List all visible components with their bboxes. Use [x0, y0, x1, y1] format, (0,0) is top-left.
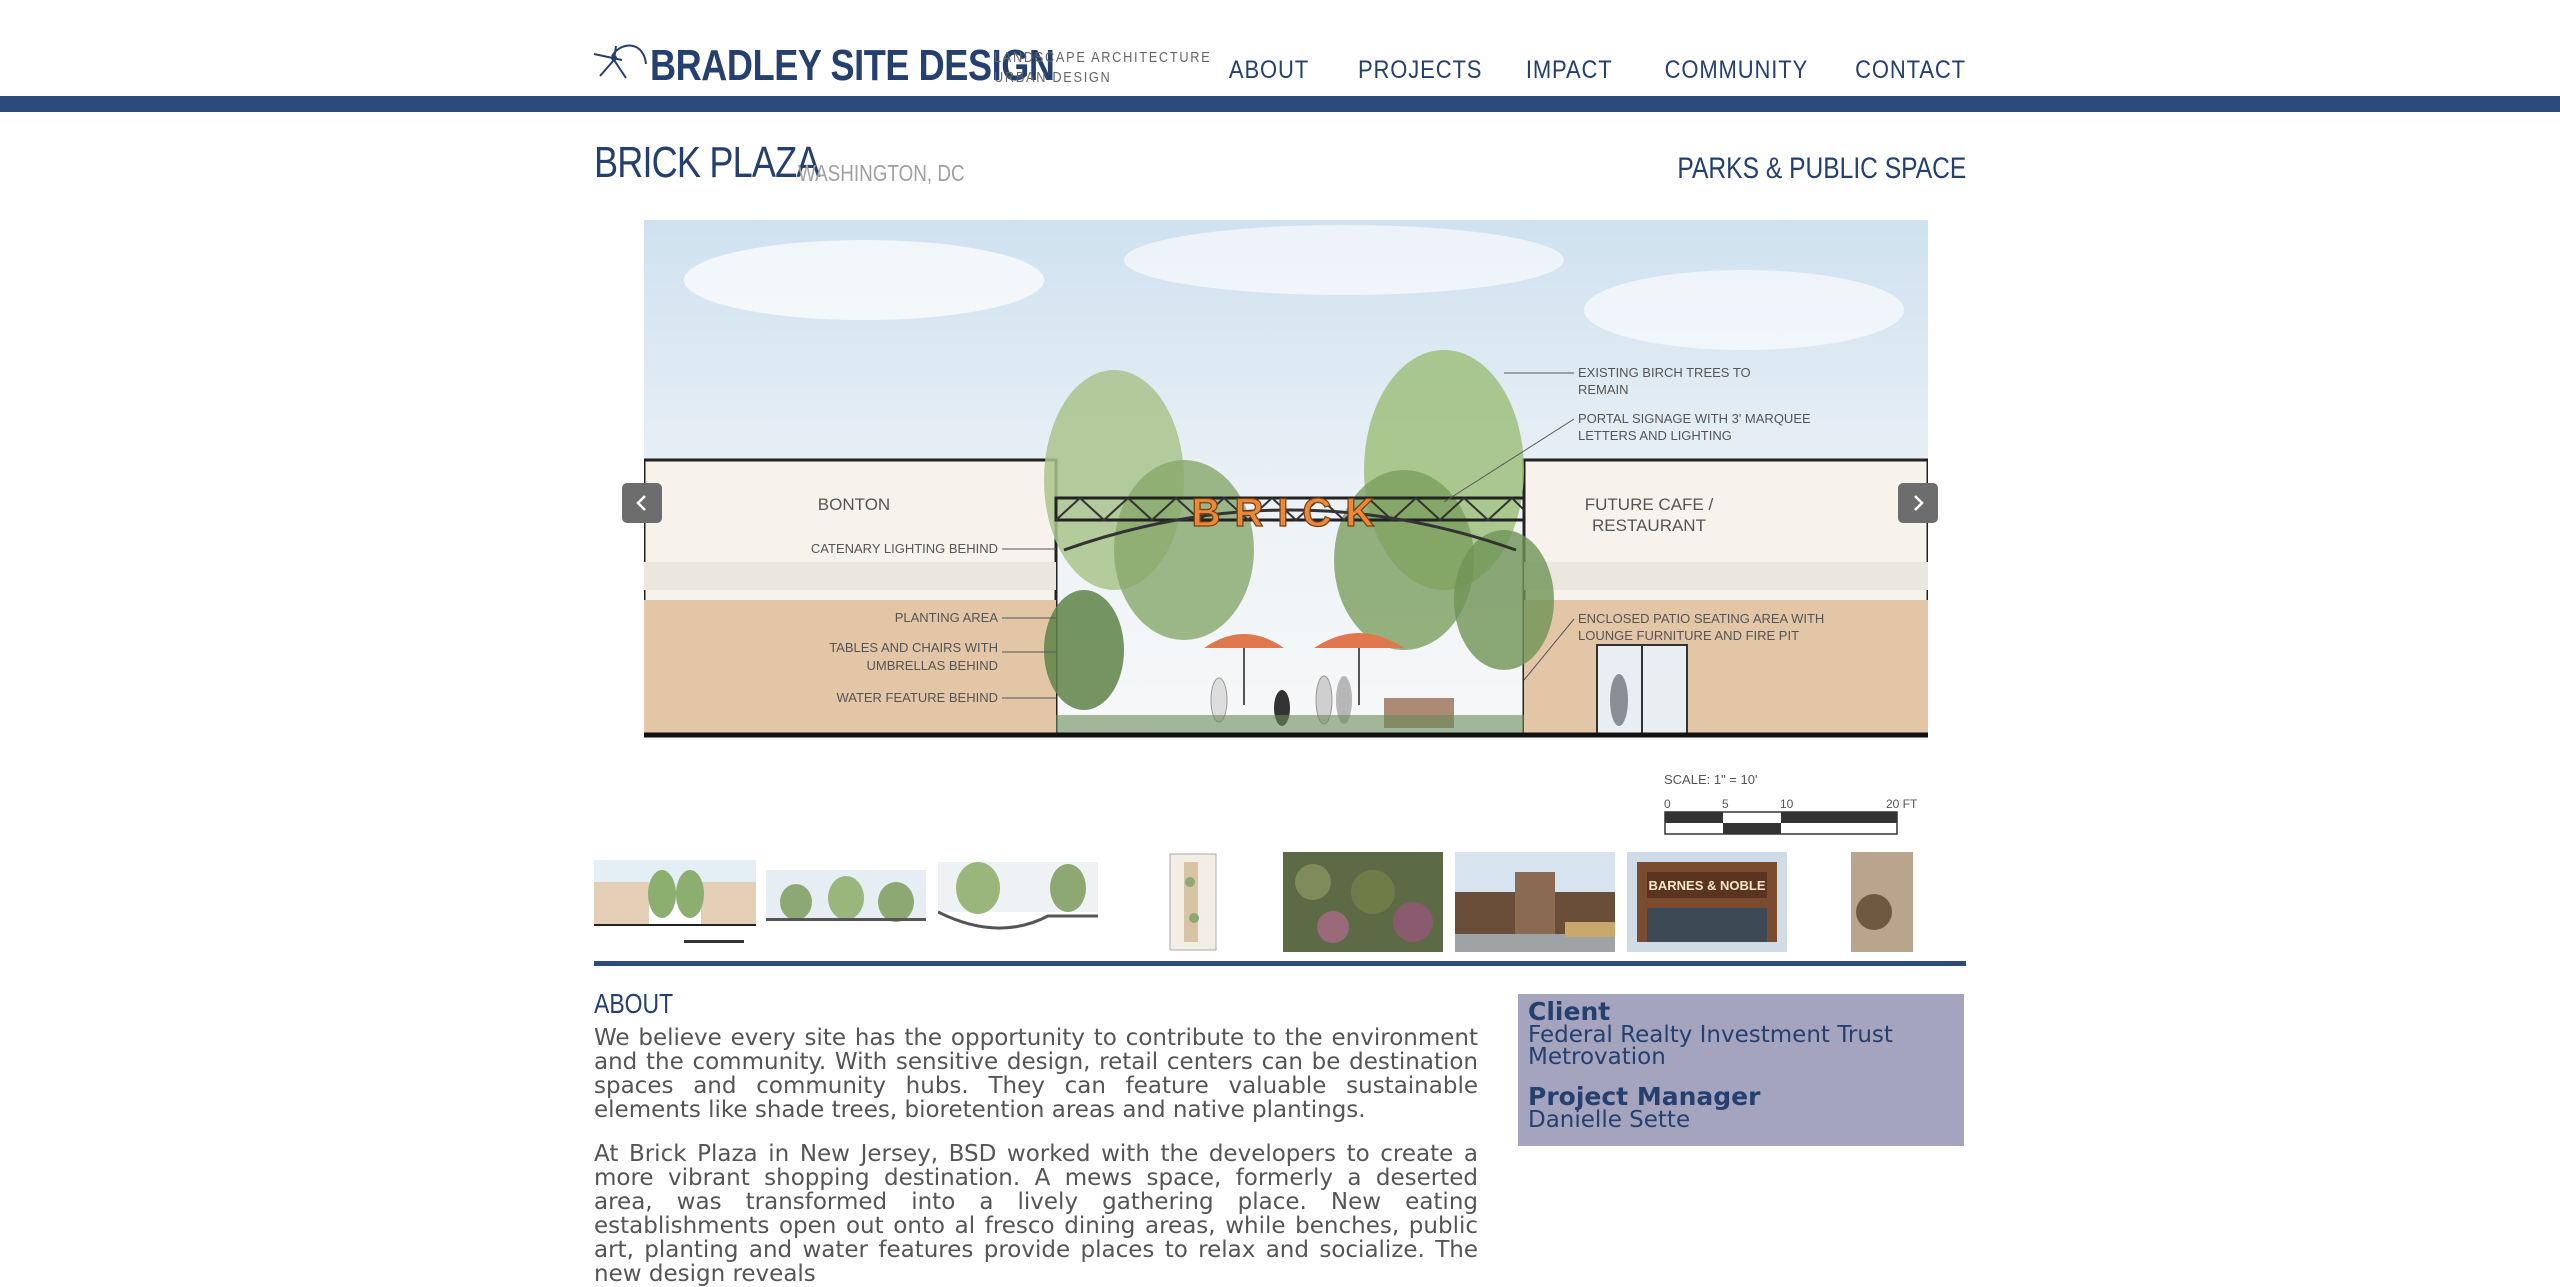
thumbnail-7[interactable]: BARNES & NOBLE — [1627, 852, 1787, 952]
scale-tick-5: 5 — [1722, 797, 1729, 811]
thumbnail-4[interactable] — [1110, 852, 1270, 952]
nav-about[interactable]: ABOUT — [1229, 56, 1309, 85]
main-nav: ABOUT PROJECTS IMPACT COMMUNITY CONTACT — [1218, 56, 1966, 85]
scale-tick-10: 10 — [1780, 797, 1794, 811]
label-tables-2: UMBRELLAS BEHIND — [867, 658, 998, 673]
portal-sign-text: BRICK — [1192, 491, 1389, 535]
client-name-1: Federal Realty Investment Trust — [1528, 1022, 1893, 1048]
thumbnail-5[interactable] — [1283, 852, 1443, 952]
scale-tick-0: 0 — [1664, 797, 1671, 811]
label-portal-1: PORTAL SIGNAGE WITH 3' MARQUEE — [1578, 411, 1811, 426]
thumbnail-1[interactable] — [594, 852, 756, 952]
thumbnail-8[interactable] — [1799, 852, 1959, 952]
project-title-row: BRICK PLAZA WASHINGTON, DC PARKS & PUBLI… — [594, 138, 1966, 190]
logo-tagline-line-1: LANDSCAPE ARCHITECTURE — [994, 49, 1212, 66]
nav-contact[interactable]: CONTACT — [1855, 56, 1966, 85]
label-patio-1: ENCLOSED PATIO SEATING AREA WITH — [1578, 611, 1824, 626]
project-location: WASHINGTON, DC — [798, 160, 965, 186]
client-name-2: Metrovation — [1528, 1044, 1666, 1070]
slideshow-prev-button[interactable] — [622, 483, 662, 523]
section-divider — [594, 961, 1966, 966]
label-water: WATER FEATURE BEHIND — [836, 690, 998, 705]
thumbnail-6[interactable] — [1455, 852, 1615, 952]
header-divider-bar — [0, 96, 2560, 112]
slideshow-main-image: BRICK BONTON CATENARY LIGHTING BEHIND PL… — [644, 220, 1928, 740]
client-label: Client — [1528, 997, 1611, 1026]
project-manager-label: Project Manager — [1528, 1082, 1761, 1111]
thumbnail-3[interactable] — [938, 852, 1098, 952]
project-manager-name: Danielle Sette — [1528, 1107, 1691, 1133]
about-paragraph-2: At Brick Plaza in New Jersey, BSD worked… — [594, 1141, 1478, 1287]
site-header: BRADLEY SITE DESIGN LANDSCAPE ARCHITECTU… — [0, 0, 2560, 96]
label-birch-2: REMAIN — [1578, 382, 1629, 397]
nav-impact[interactable]: IMPACT — [1526, 56, 1613, 85]
about-heading: ABOUT — [594, 988, 674, 1019]
logo-tagline: LANDSCAPE ARCHITECTURE URBAN DESIGN — [994, 48, 1211, 88]
scale-tick-20: 20 FT — [1886, 797, 1918, 811]
label-planting: PLANTING AREA — [895, 610, 999, 625]
project-info-box: Client Federal Realty Investment Trust M… — [1518, 994, 1964, 1146]
thumbnail-strip: BARNES & NOBLE — [594, 852, 1966, 956]
nav-community[interactable]: COMMUNITY — [1664, 56, 1808, 85]
label-tables-1: TABLES AND CHAIRS WITH — [829, 640, 998, 655]
logo-tagline-line-2: URBAN DESIGN — [994, 69, 1112, 86]
thumbnail-2[interactable] — [766, 852, 926, 952]
chevron-right-icon — [1914, 495, 1924, 511]
label-patio-2: LOUNGE FURNITURE AND FIRE PIT — [1578, 628, 1799, 643]
project-category[interactable]: PARKS & PUBLIC SPACE — [1677, 152, 1966, 186]
label-birch-1: EXISTING BIRCH TREES TO — [1578, 365, 1751, 380]
label-cafe-1: FUTURE CAFE / — [1585, 495, 1714, 514]
about-paragraph-1: We believe every site has the opportunit… — [594, 1025, 1478, 1123]
nav-projects[interactable]: PROJECTS — [1358, 56, 1482, 85]
chevron-left-icon — [636, 495, 646, 511]
label-catenary: CATENARY LIGHTING BEHIND — [811, 541, 998, 556]
label-bonton: BONTON — [818, 495, 890, 514]
label-portal-2: LETTERS AND LIGHTING — [1578, 428, 1732, 443]
label-cafe-2: RESTAURANT — [1592, 516, 1706, 535]
thumbnail-7-sign: BARNES & NOBLE — [1648, 878, 1765, 893]
dragonfly-logo-icon — [593, 44, 647, 79]
project-title: BRICK PLAZA — [594, 138, 820, 187]
scale-label: SCALE: 1" = 10' — [1664, 772, 1757, 787]
drawing-scale-bar: SCALE: 1" = 10' 0 5 10 20 FT — [1664, 772, 1918, 835]
slideshow-next-button[interactable] — [1898, 483, 1938, 523]
